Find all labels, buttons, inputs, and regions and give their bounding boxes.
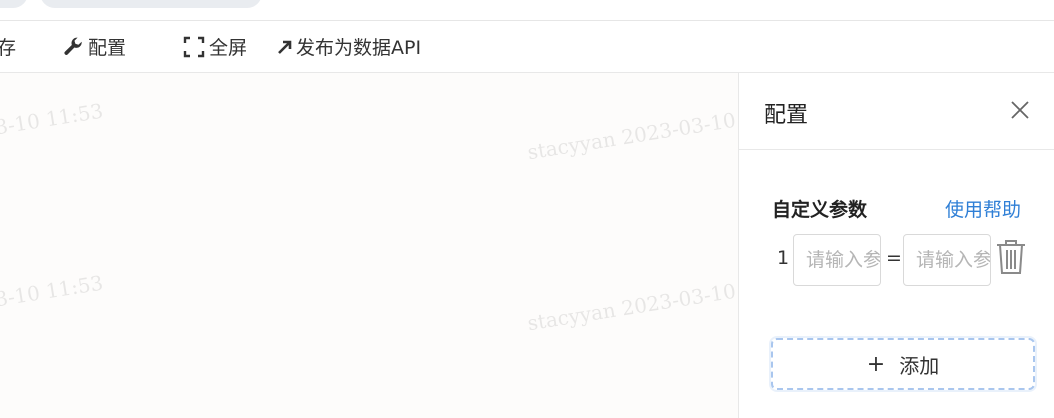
- wrench-icon: [62, 36, 84, 58]
- fullscreen-button[interactable]: 全屏: [183, 21, 247, 72]
- param-value-input[interactable]: [903, 234, 991, 286]
- watermark: 03-10 11:53: [0, 98, 105, 142]
- close-icon[interactable]: [1008, 98, 1032, 122]
- top-tab-button[interactable]: [0, 0, 28, 8]
- fullscreen-icon: [183, 36, 205, 58]
- publish-api-button[interactable]: 发布为数据API: [276, 21, 421, 72]
- drawer-header: 配置: [739, 73, 1054, 150]
- config-drawer: 配置 自定义参数 使用帮助 1 = + 添加: [738, 73, 1054, 418]
- top-search-pill[interactable]: [40, 0, 262, 8]
- config-button[interactable]: 配置: [62, 21, 126, 72]
- watermark: 03-10 11:53: [0, 270, 105, 314]
- param-key-input[interactable]: [793, 234, 881, 286]
- add-label: 添加: [899, 353, 940, 378]
- fullscreen-label: 全屏: [209, 37, 248, 59]
- config-label: 配置: [88, 37, 127, 59]
- save-button[interactable]: 存: [0, 21, 16, 72]
- toolbar: 存 配置 全屏 发布为数据API: [0, 21, 1054, 73]
- help-link[interactable]: 使用帮助: [945, 195, 1021, 222]
- publish-label: 发布为数据API: [296, 37, 422, 59]
- equals-sign: =: [886, 247, 902, 269]
- arrow-up-right-icon: [276, 38, 294, 56]
- trash-icon[interactable]: [995, 239, 1027, 275]
- top-strip: [0, 0, 1054, 21]
- drawer-title: 配置: [764, 103, 809, 128]
- section-title: 自定义参数: [772, 199, 868, 221]
- save-label: 存: [0, 37, 17, 59]
- plus-icon: +: [866, 351, 886, 377]
- add-param-button[interactable]: + 添加: [771, 338, 1035, 390]
- param-index: 1: [777, 247, 790, 269]
